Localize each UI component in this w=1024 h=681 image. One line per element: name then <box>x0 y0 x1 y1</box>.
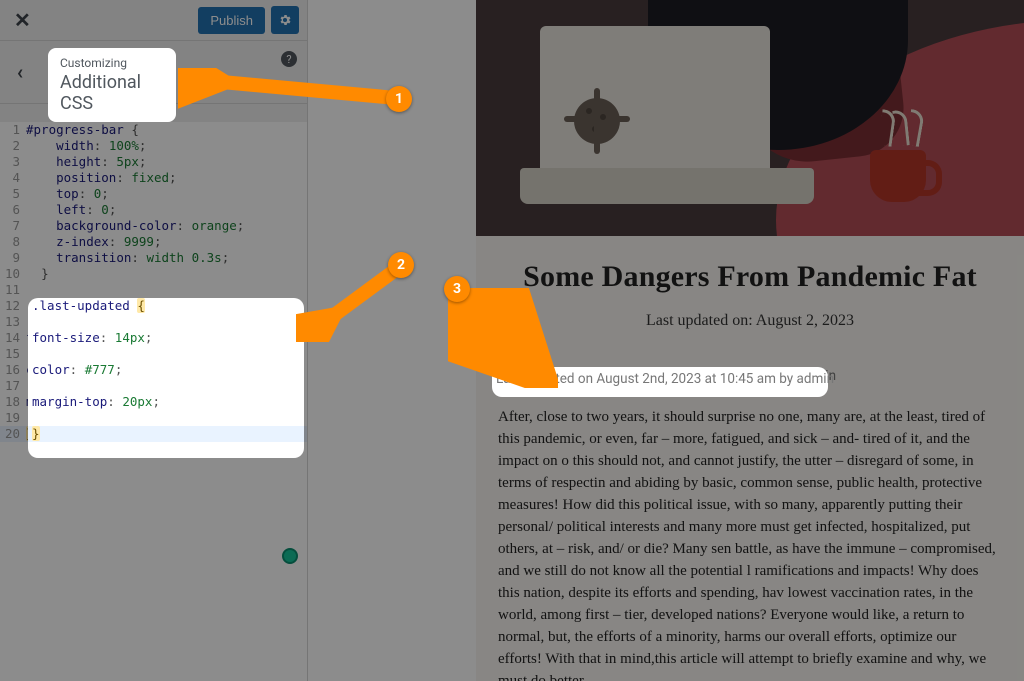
hero-illustration <box>476 0 1024 236</box>
section-title: Additional CSS <box>60 72 164 114</box>
publish-button[interactable]: Publish <box>198 7 265 34</box>
post-body: After, close to two years, it should sur… <box>498 406 1002 681</box>
section-eyebrow: Customizing <box>60 56 164 70</box>
annotation-badge-3: 3 <box>444 276 470 302</box>
app-root: ✕ Publish ‹ ? 1#progress-bar { 2 width: … <box>0 0 1024 681</box>
post-title: Some Dangers From Pandemic Fat <box>498 260 1002 294</box>
gear-icon[interactable] <box>271 6 299 34</box>
close-icon[interactable]: ✕ <box>8 8 37 32</box>
topbar-actions: Publish <box>198 6 299 34</box>
back-chevron-icon[interactable]: ‹ <box>0 40 40 104</box>
annotation-badge-1: 1 <box>386 86 412 112</box>
highlight-badge-text: Last updated on August 2nd, 2023 at 10:4… <box>496 371 834 387</box>
annotation-badge-2: 2 <box>388 252 414 278</box>
grammarly-icon <box>282 548 298 564</box>
highlight-code-lines: .last-updated { font-size: 14px; color: … <box>28 298 304 442</box>
section-title-card: Customizing Additional CSS <box>48 48 176 122</box>
customizer-topbar: ✕ Publish <box>0 0 307 40</box>
article: Some Dangers From Pandemic Fat Last upda… <box>476 236 1024 681</box>
post-subtitle: Last updated on: August 2, 2023 <box>498 312 1002 330</box>
help-icon[interactable]: ? <box>281 51 297 67</box>
site-preview: Some Dangers From Pandemic Fat Last upda… <box>476 0 1024 681</box>
